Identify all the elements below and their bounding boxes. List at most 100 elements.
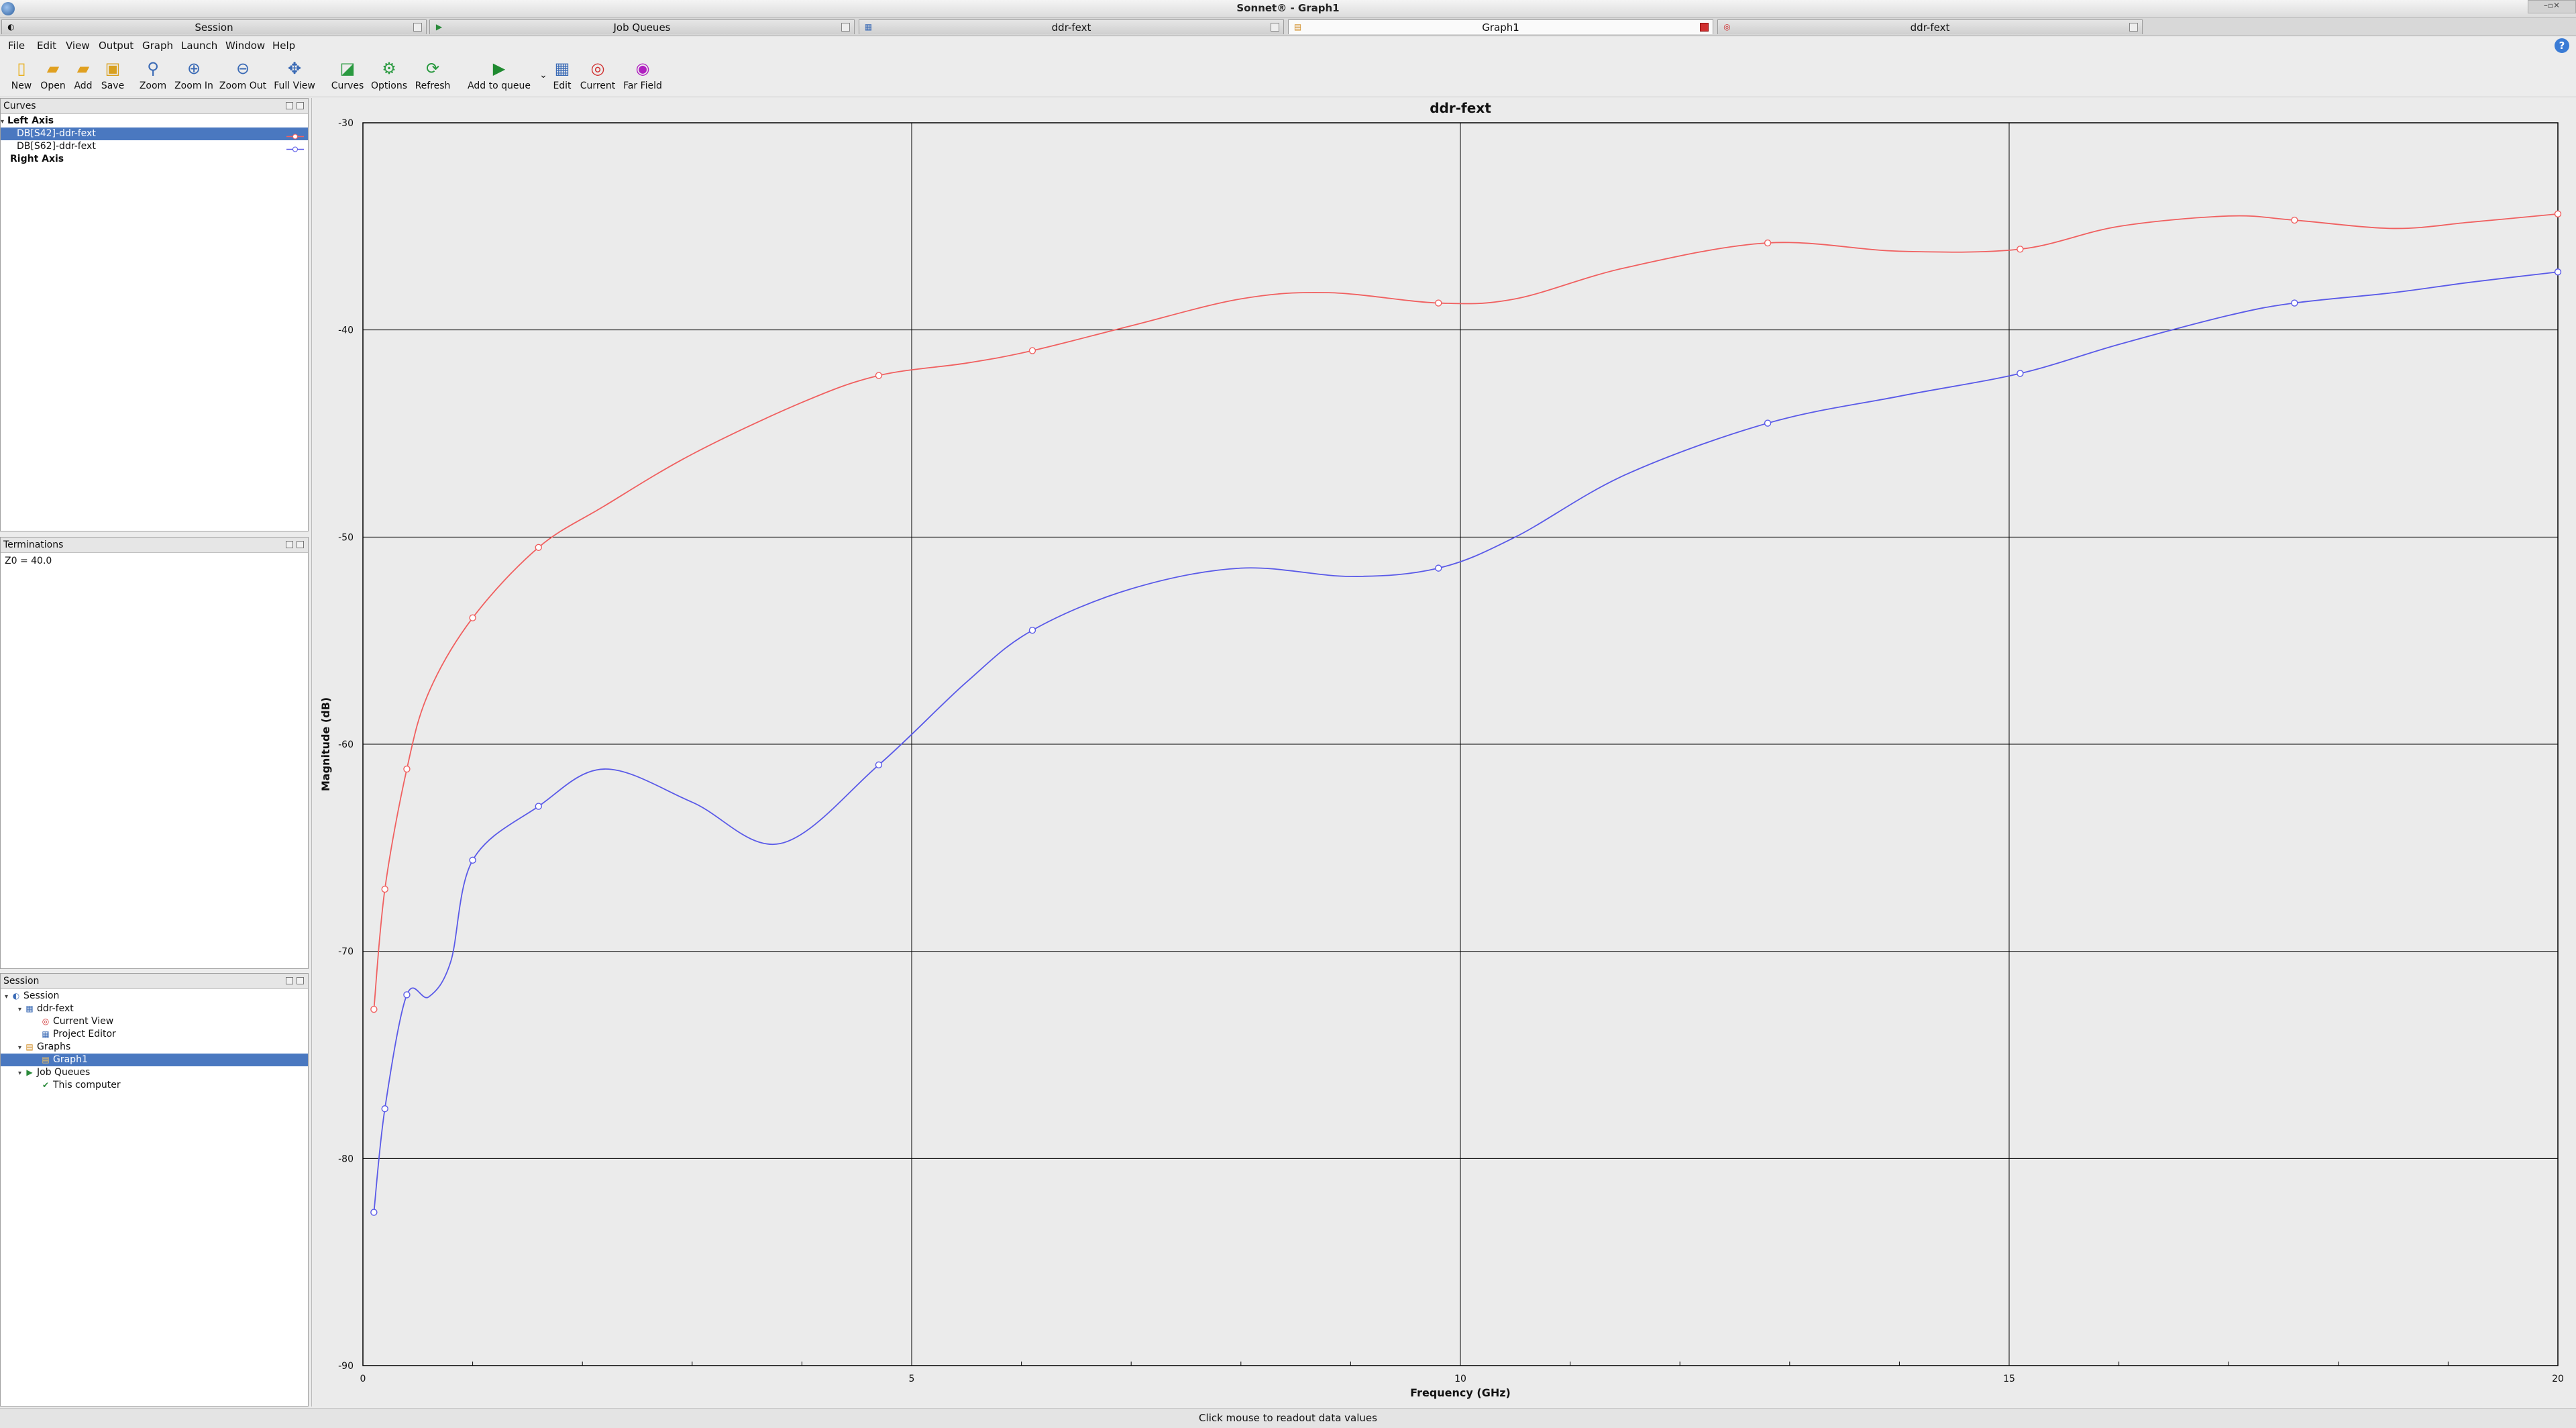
document-tab-bar: ◐ Session ▶ Job Queues ▦ ddr-fext ▤ Grap…	[0, 18, 2576, 36]
tree-current-view[interactable]: ◎ Current View	[1, 1015, 308, 1028]
new-document-icon: ▯	[17, 59, 26, 78]
status-bar: Click mouse to readout data values	[0, 1408, 2576, 1428]
curve-item-s62[interactable]: DB[S62]-ddr-fext	[1, 140, 308, 153]
close-icon[interactable]	[413, 23, 422, 32]
run-queue-icon: ▶	[492, 59, 506, 78]
y-tick-label: -40	[338, 325, 354, 336]
menu-view[interactable]: View	[66, 40, 90, 52]
series-2-point	[2017, 370, 2024, 377]
expand-arrow-icon[interactable]: ▾	[18, 1041, 25, 1054]
zoom-button[interactable]: ⚲ Zoom	[136, 55, 170, 95]
expand-arrow-icon[interactable]: ▾	[18, 1067, 25, 1080]
add-to-queue-dropdown[interactable]: ⌄	[534, 55, 547, 95]
tab-graph1[interactable]: ▤ Graph1	[1288, 19, 1713, 34]
zoom-out-button[interactable]: ⊖ Zoom Out	[219, 55, 267, 95]
close-icon[interactable]	[2129, 23, 2138, 32]
close-icon[interactable]	[1700, 23, 1709, 32]
y-tick-label: -70	[338, 947, 354, 958]
full-view-button[interactable]: ✥ Full View	[271, 55, 318, 95]
menu-edit[interactable]: Edit	[37, 40, 56, 52]
chart-title: ddr-fext	[1430, 100, 1491, 116]
series-2-point	[381, 1105, 388, 1113]
tree-project-ddr-fext[interactable]: ▾ ▦ ddr-fext	[1, 1003, 308, 1015]
far-field-button[interactable]: ◉ Far Field	[621, 55, 664, 95]
tab-session[interactable]: ◐ Session	[1, 19, 427, 34]
project-editor-icon: ▦	[42, 1029, 50, 1039]
curves-panel-header: Curves	[1, 99, 308, 114]
current-button[interactable]: ◎ Current	[578, 55, 617, 95]
tree-graph1[interactable]: ▤ Graph1	[1, 1054, 308, 1066]
series-2-point	[469, 856, 476, 864]
refresh-button[interactable]: ⟳ Refresh	[412, 55, 453, 95]
series-1-point	[1435, 299, 1442, 307]
chart-grid	[362, 122, 2559, 1366]
collapse-arrow-icon[interactable]: ▾	[1, 115, 7, 128]
menu-file[interactable]: File	[8, 40, 25, 52]
session-panel-title: Session	[3, 976, 40, 986]
series-1-point	[469, 614, 476, 621]
series-1-point	[535, 544, 542, 551]
x-tick-label: 5	[909, 1374, 915, 1384]
close-panel-icon[interactable]	[297, 102, 304, 109]
graph-icon: ▤	[42, 1055, 50, 1064]
tree-job-queues[interactable]: ▾ ▶ Job Queues	[1, 1066, 308, 1079]
help-icon[interactable]: ?	[2555, 38, 2569, 53]
menu-window[interactable]: Window	[225, 40, 265, 52]
series-2-point	[535, 803, 542, 810]
tree-this-computer[interactable]: ✔ This computer	[1, 1079, 308, 1092]
menu-graph[interactable]: Graph	[142, 40, 173, 52]
series-1-point	[2554, 210, 2562, 218]
tree-left-axis[interactable]: ▾ Left Axis	[1, 115, 308, 128]
new-button[interactable]: ▯ New	[7, 55, 36, 95]
y-tick-label: -60	[338, 740, 354, 750]
edit-button[interactable]: ▦ Edit	[549, 55, 576, 95]
session-panel-header: Session	[1, 974, 308, 989]
expand-arrow-icon[interactable]: ▾	[18, 1003, 25, 1016]
tree-session[interactable]: ▾ ◐ Session	[1, 990, 308, 1003]
tree-graphs[interactable]: ▾ ▤ Graphs	[1, 1041, 308, 1054]
session-icon: ◐	[12, 991, 20, 1001]
float-panel-icon[interactable]	[286, 102, 293, 109]
queue-icon: ▶	[26, 1068, 33, 1077]
tree-project-editor[interactable]: ▦ Project Editor	[1, 1028, 308, 1041]
graph-view[interactable]: ddr-fext 0 5 10 15 20 -30 -40 -50 -60 -70 -80 -90 F…	[311, 98, 2576, 1407]
menu-output[interactable]: Output	[99, 40, 133, 52]
tab-job-queues[interactable]: ▶ Job Queues	[429, 19, 855, 34]
curves-button[interactable]: ◪ Curves	[329, 55, 366, 95]
options-button[interactable]: ⚙ Options	[369, 55, 409, 95]
terminations-panel-title: Terminations	[3, 540, 64, 550]
curves-panel-title: Curves	[3, 101, 36, 111]
termination-value: Z0 = 40.0	[5, 556, 52, 566]
close-icon[interactable]	[841, 23, 850, 32]
current-view-icon: ◎	[590, 59, 605, 78]
add-to-queue-button[interactable]: ▶ Add to queue	[467, 55, 531, 95]
tab-project-ddr-fext[interactable]: ▦ ddr-fext	[859, 19, 1284, 34]
add-button[interactable]: ▰ Add	[70, 55, 97, 95]
open-button[interactable]: ▰ Open	[38, 55, 68, 95]
graph-chart[interactable]: ddr-fext 0 5 10 15 20 -30 -40 -50 -60 -70 -80 -90 F…	[312, 98, 2576, 1407]
y-tick-label: -30	[338, 118, 354, 129]
tab-current-view-ddr-fext[interactable]: ◎ ddr-fext	[1717, 19, 2143, 34]
close-icon[interactable]	[1271, 23, 1279, 32]
curve-legend-blue-icon	[286, 144, 304, 152]
tree-right-axis[interactable]: Right Axis	[1, 153, 308, 166]
graphs-folder-icon: ▤	[25, 1042, 34, 1052]
series-2-point	[875, 761, 883, 769]
float-panel-icon[interactable]	[286, 541, 293, 548]
edit-project-icon: ▦	[554, 59, 570, 78]
zoom-in-button[interactable]: ⊕ Zoom In	[173, 55, 215, 95]
close-panel-icon[interactable]	[297, 541, 304, 548]
current-view-icon: ◎	[42, 1017, 50, 1026]
x-tick-label: 0	[360, 1374, 366, 1384]
menu-launch[interactable]: Launch	[181, 40, 217, 52]
menu-help[interactable]: Help	[272, 40, 295, 52]
float-panel-icon[interactable]	[286, 977, 293, 984]
save-button[interactable]: ▣ Save	[98, 55, 127, 95]
close-panel-icon[interactable]	[297, 977, 304, 984]
far-field-icon: ◉	[635, 59, 650, 78]
status-text: Click mouse to readout data values	[1199, 1412, 1377, 1424]
curve-item-s42[interactable]: DB[S42]-ddr-fext	[1, 128, 308, 140]
expand-arrow-icon[interactable]: ▾	[5, 990, 11, 1003]
window-controls[interactable]: –▫✕	[2528, 0, 2576, 13]
open-folder-icon: ▰	[46, 59, 60, 78]
